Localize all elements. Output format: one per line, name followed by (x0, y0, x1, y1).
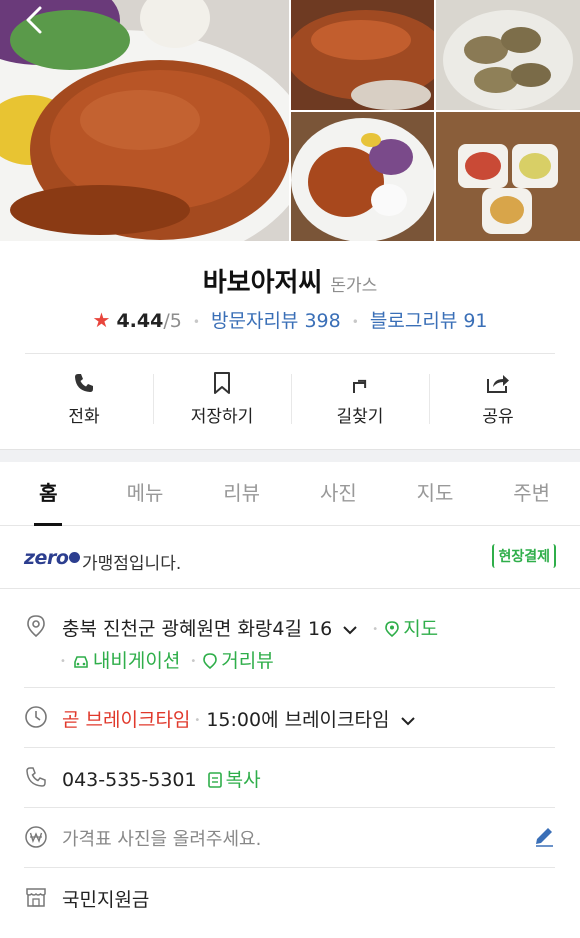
tab-map[interactable]: 지도 (387, 462, 484, 525)
street-view-icon (203, 653, 218, 670)
chevron-left-icon (26, 6, 42, 34)
action-bar: 전화 저장하기 길찾기 공유 (15, 366, 567, 436)
copy-icon (207, 772, 222, 788)
won-icon (25, 826, 47, 848)
directions-label: 길찾기 (336, 407, 384, 427)
phone-row: 043-535-5301 복사 (0, 748, 580, 808)
clock-icon (25, 706, 47, 728)
subsidy-row: 국민지원금 (0, 868, 580, 928)
share-label: 공유 (482, 407, 514, 427)
photo-thumb-2[interactable] (436, 0, 580, 110)
address-row: 충북 진천군 광혜원면 화랑4길 16 • 지도 • 내비게이션 • 거리뷰 (0, 590, 580, 688)
address-line[interactable]: 충북 진천군 광혜원면 화랑4길 16 • 지도 (62, 614, 438, 641)
blog-reviews-link[interactable]: 블로그리뷰 91 (370, 310, 488, 332)
photo-thumb-3[interactable] (291, 112, 434, 241)
tab-menu[interactable]: 메뉴 (97, 462, 194, 525)
separator-dot: • (351, 314, 359, 329)
divider (25, 353, 555, 354)
bookmark-icon (214, 372, 230, 394)
separator-dot: • (192, 314, 200, 329)
share-icon (487, 375, 509, 393)
hours-detail: 15:00에 브레이크타임 (206, 709, 390, 731)
location-pin-icon (27, 615, 45, 638)
back-button[interactable] (20, 4, 52, 36)
main-photo-tonkatsu[interactable] (0, 0, 289, 241)
tab-photos[interactable]: 사진 (290, 462, 387, 525)
place-category: 돈가스 (330, 276, 378, 296)
edit-pencil-icon[interactable] (533, 825, 555, 847)
map-link[interactable]: 지도 (403, 618, 438, 640)
save-button[interactable]: 저장하기 (153, 366, 291, 436)
photo-thumb-4[interactable] (436, 112, 580, 241)
call-label: 전화 (68, 407, 100, 427)
phone-icon (26, 767, 46, 787)
share-button[interactable]: 공유 (429, 366, 567, 436)
visitor-reviews-link[interactable]: 방문자리뷰 398 (211, 310, 341, 332)
tab-home[interactable]: 홈 (0, 462, 97, 526)
zeropay-logo-text: zero (24, 547, 69, 569)
place-header: 바보아저씨 돈가스 (0, 262, 580, 299)
directions-icon (353, 379, 367, 393)
zeropay-banner: zero 가맹점입니다. 현장결제 (0, 527, 580, 589)
directions-button[interactable]: 길찾기 (291, 366, 429, 436)
photo-grid (0, 0, 580, 241)
chevron-down-icon[interactable] (341, 624, 359, 638)
car-icon (74, 656, 88, 668)
price-prompt: 가격표 사진을 올려주세요. (62, 829, 262, 850)
price-row[interactable]: 가격표 사진을 올려주세요. (0, 808, 580, 868)
call-button[interactable]: 전화 (15, 366, 153, 436)
section-gap (0, 449, 580, 462)
save-label: 저장하기 (190, 407, 254, 427)
hours-row[interactable]: 곧 브레이크타임 • 15:00에 브레이크타임 (0, 688, 580, 748)
tab-reviews[interactable]: 리뷰 (193, 462, 290, 525)
tab-nearby[interactable]: 주변 (483, 462, 580, 525)
phone-number[interactable]: 043-535-5301 (62, 769, 197, 791)
onsite-payment-badge: 현장결제 (492, 544, 556, 568)
phone-icon (75, 374, 93, 392)
star-icon: ★ (92, 308, 111, 332)
tab-bar: 홈 메뉴 리뷰 사진 지도 주변 (0, 462, 580, 526)
address-text: 충북 진천군 광혜원면 화랑4길 16 (62, 618, 333, 640)
copy-button[interactable]: 복사 (226, 769, 261, 791)
zeropay-logo: zero (24, 547, 81, 569)
rating-score: 4.44 (116, 310, 164, 332)
street-view-link[interactable]: 거리뷰 (221, 650, 273, 672)
rating-row: ★ 4.44/5 • 방문자리뷰 398 • 블로그리뷰 91 (0, 306, 580, 333)
navigation-link[interactable]: 내비게이션 (93, 650, 180, 672)
photo-thumb-1[interactable] (291, 0, 434, 110)
rating-max: /5 (163, 310, 182, 332)
subsidy-text: 국민지원금 (62, 889, 150, 911)
store-icon (26, 888, 46, 907)
map-pin-icon (385, 621, 399, 638)
zeropay-text: 가맹점입니다. (82, 554, 182, 574)
chevron-down-icon[interactable] (399, 715, 417, 729)
address-sublinks: • 내비게이션 • 거리뷰 (60, 650, 274, 672)
place-name: 바보아저씨 (202, 268, 323, 298)
hours-status: 곧 브레이크타임 (62, 709, 191, 731)
